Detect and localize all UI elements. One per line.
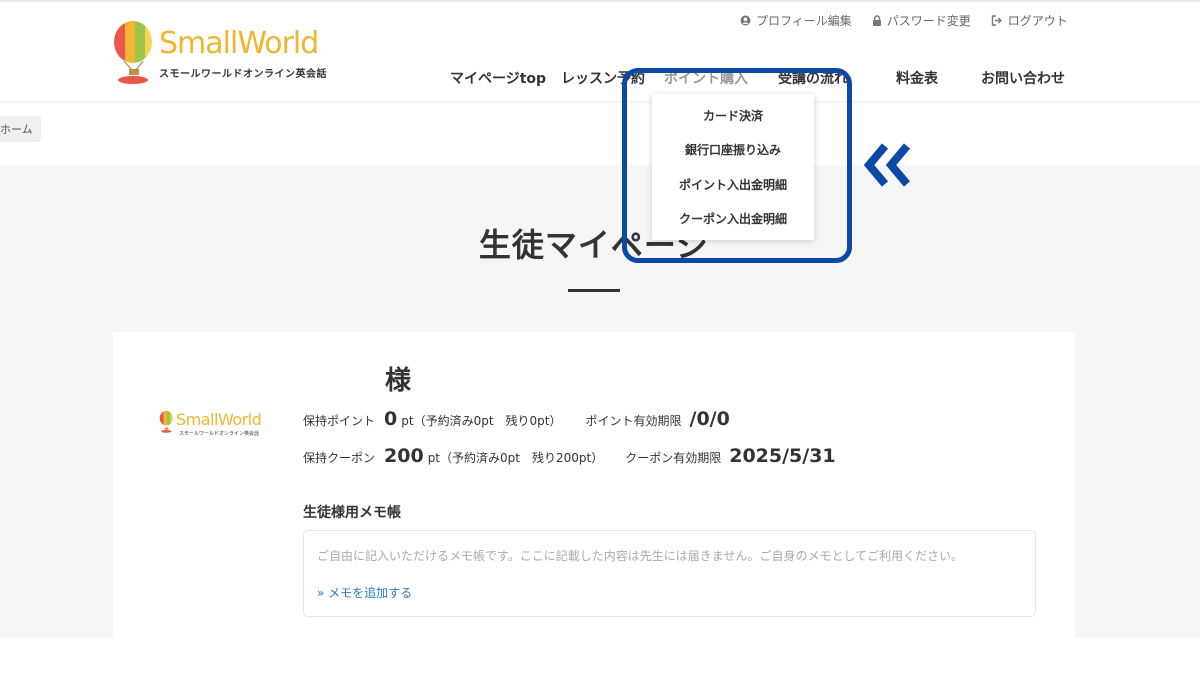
profile-edit-label: プロフィール編集 (756, 14, 852, 28)
memo-heading: 生徒様用メモ帳 (303, 505, 401, 521)
title-divider (568, 289, 620, 292)
nav-contact[interactable]: お問い合わせ (981, 66, 1065, 90)
user-icon (740, 15, 751, 26)
card-logo: SmallWorld スモールワールドオンライン英会話 (159, 408, 262, 442)
coupons-expiry-value: 2025/5/31 (729, 445, 836, 467)
memo-placeholder-text: ご自由に記入いただけるメモ帳です。ここに記載した内容は先生には届きません。ご自身… (317, 549, 964, 563)
lock-icon (872, 15, 881, 26)
memo-box: ご自由に記入いただけるメモ帳です。ここに記載した内容は先生には届きません。ご自身… (303, 530, 1036, 617)
double-chevron-left-icon (863, 143, 911, 187)
logo-wordmark: SmallWorld (159, 26, 319, 61)
add-memo-link[interactable]: » メモを追加する (317, 584, 412, 601)
logout-label: ログアウト (1007, 14, 1068, 28)
profile-card: SmallWorld スモールワールドオンライン英会話 様 保持ポイント 0 p… (113, 332, 1075, 638)
utility-links: プロフィール編集 パスワード変更 ログアウト (740, 12, 1068, 29)
points-detail: pt（予約済み0pt 残り0pt） (401, 414, 562, 428)
points-expiry-label: ポイント有効期限 (585, 414, 682, 428)
password-change-link[interactable]: パスワード変更 (872, 12, 971, 29)
highlight-annotation-box (622, 68, 852, 263)
site-header: SmallWorld スモールワールドオンライン英会話 プロフィール編集 パスワ… (0, 0, 1200, 102)
balloon-icon (159, 410, 173, 433)
card-logo-wordmark: SmallWorld (176, 410, 262, 429)
page-title: 生徒マイページ (478, 226, 710, 264)
top-strip (0, 0, 1200, 2)
nav-mypage-top[interactable]: マイページtop (450, 66, 561, 90)
profile-edit-link[interactable]: プロフィール編集 (740, 12, 852, 29)
coupons-detail: pt（予約済み0pt 残り200pt） (427, 451, 604, 465)
balloon-icon (114, 21, 152, 84)
card-logo-tagline: スモールワールドオンライン英会話 (179, 431, 260, 437)
coupons-value: 200 (384, 445, 424, 467)
points-row: 保持ポイント 0 pt（予約済み0pt 残り0pt） ポイント有効期限 /0/0 (303, 408, 730, 430)
breadcrumb-home[interactable]: ホーム (0, 121, 33, 137)
coupons-expiry-label: クーポン有効期限 (625, 451, 722, 465)
points-expiry-value: /0/0 (689, 408, 730, 430)
site-logo[interactable]: SmallWorld スモールワールドオンライン英会話 (112, 20, 332, 86)
points-value: 0 (384, 408, 398, 430)
logo-tagline: スモールワールドオンライン英会話 (159, 69, 327, 80)
points-label: 保持ポイント (303, 414, 376, 428)
coupons-row: 保持クーポン 200 pt（予約済み0pt 残り200pt） クーポン有効期限 … (303, 445, 836, 467)
logout-icon (991, 15, 1002, 26)
logout-link[interactable]: ログアウト (991, 12, 1068, 29)
student-name: 様 (385, 366, 412, 396)
breadcrumb: ホーム (0, 116, 41, 142)
password-change-label: パスワード変更 (886, 14, 971, 28)
nav-pricing[interactable]: 料金表 (896, 66, 981, 90)
coupons-label: 保持クーポン (303, 451, 376, 465)
